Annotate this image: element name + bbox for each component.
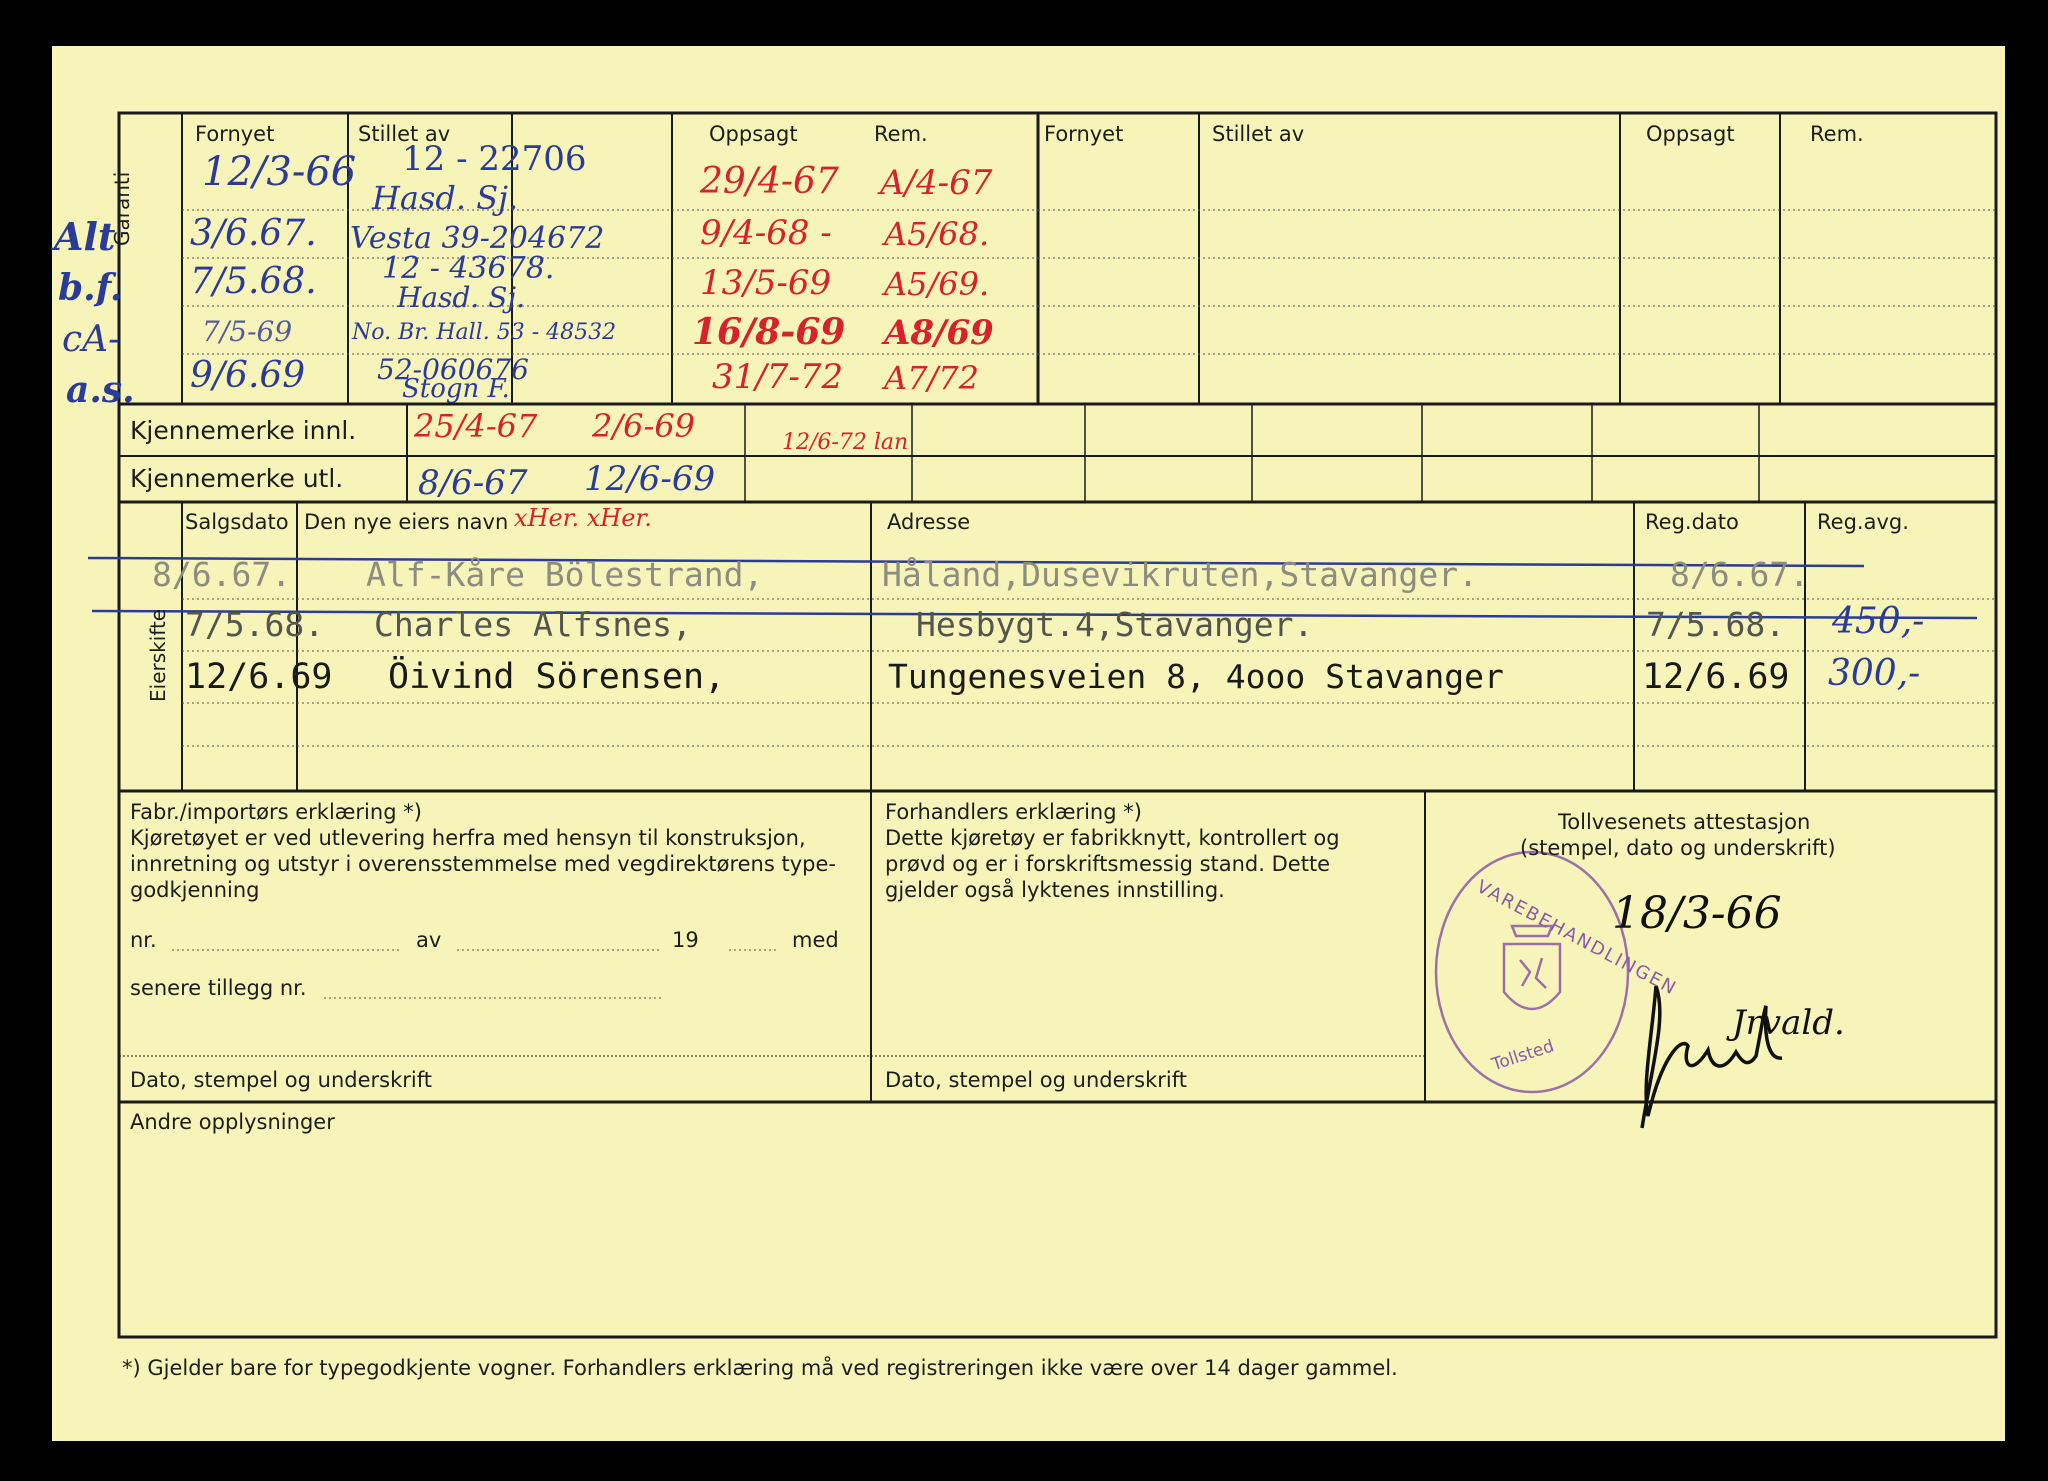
header-oppsagt-right: Oppsagt — [1646, 122, 1735, 146]
stillet-av-0: 12 - 22706 — [402, 139, 587, 179]
stillet-av-2: Vesta 39-204672 — [350, 221, 605, 256]
eier-2-salgsdato: 12/6.69 — [185, 657, 333, 697]
fornyet-2: 7/5.68. — [190, 261, 317, 302]
kjennemerke-innl-2: 12/6-72 lan — [782, 430, 909, 455]
stillet-av-4: Hasd. Sj. — [397, 281, 525, 314]
header-oppsagt-left: Oppsagt — [709, 122, 798, 146]
header-stillet-av-right: Stillet av — [1212, 122, 1305, 146]
oppsagt-1: 9/4-68 - — [700, 213, 832, 253]
header-regdato: Reg.dato — [1645, 510, 1739, 534]
oppsagt-2: 13/5-69 — [700, 263, 832, 303]
forhandler-title: Forhandlers erklæring *) — [885, 800, 1142, 824]
toll-date: 18/3-66 — [1612, 888, 1782, 939]
kjennemerke-innl-0: 25/4-67 — [414, 407, 538, 445]
fabr-signature-label: Dato, stempel og underskrift — [130, 1068, 432, 1092]
margin-note-2: cA- — [62, 319, 121, 360]
fornyet-0: 12/3-66 — [202, 149, 357, 195]
stillet-av-3: 12 - 43678. — [382, 251, 555, 286]
oppsagt-0: 29/4-67 — [700, 161, 839, 202]
eier-0-salgsdato: 8/6.67. — [152, 555, 292, 594]
fabr-line-0: Kjøretøyet er ved utlevering herfra med … — [130, 826, 806, 850]
header-navn-note: xHer. xHer. — [514, 504, 652, 532]
eier-1-regavg: 450,- — [1832, 601, 1925, 642]
fabr-title: Fabr./importørs erklæring *) — [130, 800, 422, 824]
rem-2: A5/69. — [884, 265, 990, 303]
header-fornyet-right: Fornyet — [1044, 122, 1124, 146]
forhandler-line-0: Dette kjøretøy er fabrikknytt, kontrolle… — [885, 826, 1340, 850]
header-fornyet-left: Fornyet — [195, 122, 275, 146]
header-rem-left: Rem. — [874, 122, 928, 146]
form-grid — [87, 111, 1998, 1339]
rem-0: A/4-67 — [880, 163, 993, 203]
eier-1-regdato: 7/5.68. — [1646, 605, 1786, 644]
fabr-med-label: med — [792, 928, 839, 952]
eier-1-salgsdato: 7/5.68. — [185, 605, 325, 644]
kjennemerke-innl-1: 2/6-69 — [592, 407, 696, 445]
andre-opplysninger-label: Andre opplysninger — [130, 1110, 335, 1134]
forhandler-line-2: gjelder også lyktenes innstilling. — [885, 878, 1225, 902]
eier-2-regavg: 300,- — [1828, 653, 1921, 694]
toll-title: Tollvesenets attestasjon — [1558, 810, 1811, 834]
fabr-year-label: 19 — [672, 928, 699, 952]
eier-0-regdato: 8/6.67. — [1670, 555, 1810, 594]
header-regavg: Reg.avg. — [1817, 510, 1909, 534]
fabr-line-1: innretning og utstyr i overensstemmelse … — [130, 852, 836, 876]
registration-card: Fornyet Stillet av Oppsagt Rem. Fornyet … — [52, 46, 2005, 1441]
margin-note-0: Alt — [54, 214, 116, 259]
kjennemerke-innl-label: Kjennemerke innl. — [130, 416, 357, 445]
eier-0-navn: Alf-Kåre Bölestrand, — [366, 555, 764, 594]
forhandler-signature-label: Dato, stempel og underskrift — [885, 1068, 1187, 1092]
fornyet-4: 9/6.69 — [190, 355, 306, 396]
fornyet-1: 3/6.67. — [190, 213, 317, 254]
fabr-tillegg-label: senere tillegg nr. — [130, 976, 307, 1000]
rem-1: A5/68. — [884, 215, 990, 253]
eier-2-navn: Öivind Sörensen, — [388, 657, 726, 697]
stillet-av-extra-0: No. Br. Hall. 53 - 48532 — [352, 320, 617, 345]
oppsagt-4: 31/7-72 — [712, 357, 844, 397]
margin-note-1: b.f. — [58, 267, 123, 309]
eier-2-regdato: 12/6.69 — [1642, 657, 1790, 697]
toll-subtitle: (stempel, dato og underskrift) — [1520, 836, 1836, 860]
eier-2-adresse: Tungenesveien 8, 4ooo Stavanger — [888, 657, 1504, 696]
fornyet-3: 7/5-69 — [202, 315, 293, 348]
header-navn: Den nye eiers navn — [304, 510, 509, 534]
stillet-av-1: Hasd. Sj. — [372, 179, 519, 217]
eierskifte-label: Eierskifte — [146, 608, 170, 702]
forhandler-line-1: prøvd og er i forskriftsmessig stand. De… — [885, 852, 1331, 876]
header-adresse: Adresse — [887, 510, 971, 534]
oppsagt-3: 16/8-69 — [692, 311, 846, 353]
fabr-line-2: godkjenning — [130, 878, 260, 902]
eier-0-adresse: Håland,Dusevikruten,Stavanger. — [882, 555, 1479, 594]
header-rem-right: Rem. — [1810, 122, 1864, 146]
margin-note-3: a.s. — [66, 369, 135, 411]
rem-4: A7/72 — [884, 359, 979, 397]
stillet-av-extra-2: Stogn F. — [402, 374, 510, 404]
toll-signature: Jrvald. — [1732, 1003, 1845, 1043]
kjennemerke-utl-1: 12/6-69 — [584, 459, 716, 499]
eier-1-navn: Charles Alfsnes, — [374, 605, 692, 644]
header-salgsdato: Salgsdato — [185, 510, 289, 534]
eier-1-adresse: Hesbygt.4,Stavanger. — [916, 605, 1314, 644]
kjennemerke-utl-0: 8/6-67 — [418, 463, 528, 503]
rem-3: A8/69 — [884, 313, 994, 353]
footnote: *) Gjelder bare for typegodkjente vogner… — [122, 1356, 1398, 1380]
fabr-nr-label: nr. — [130, 928, 157, 952]
fabr-av-label: av — [416, 928, 442, 952]
kjennemerke-utl-label: Kjennemerke utl. — [130, 464, 344, 493]
